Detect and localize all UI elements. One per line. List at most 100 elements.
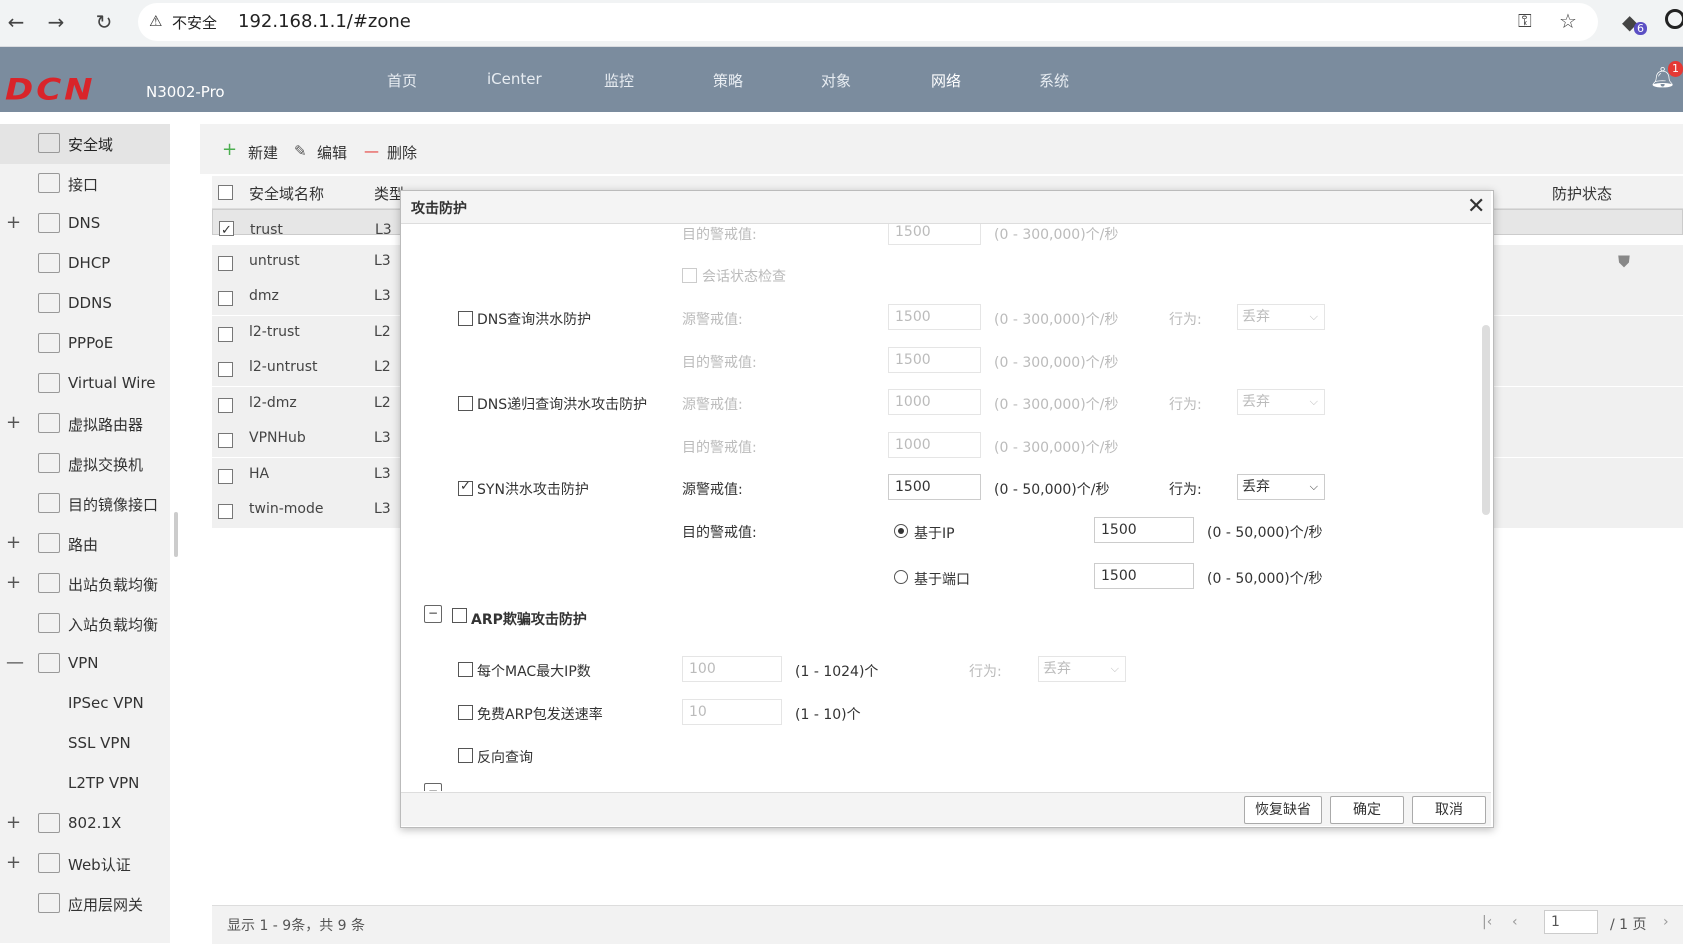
sidebar-item[interactable]: + 出站负载均衡 <box>0 564 170 604</box>
profile-icon[interactable] <box>1665 9 1683 29</box>
dst-threshold-input[interactable]: 1500 <box>888 224 981 245</box>
gratuitous-arp-input[interactable]: 10 <box>682 699 782 725</box>
row-checkbox[interactable] <box>219 219 234 243</box>
col-protection-status[interactable]: 防护状态 <box>1552 183 1612 204</box>
dns-recursive-flood-checkbox[interactable] <box>458 396 473 411</box>
expand-icon[interactable]: + <box>6 812 21 833</box>
next-page-icon[interactable]: › <box>1663 914 1669 930</box>
row-checkbox[interactable] <box>218 362 233 377</box>
syn-dst-port-input[interactable]: 1500 <box>1094 563 1194 589</box>
sidebar-item[interactable]: Virtual Wire <box>0 364 170 404</box>
expand-icon[interactable]: + <box>6 532 21 553</box>
sidebar-item[interactable]: + Web认证 <box>0 844 170 884</box>
row-checkbox[interactable] <box>218 255 233 271</box>
syn-action-select[interactable]: 丢弃 ⌵ <box>1237 474 1325 500</box>
sidebar-item[interactable]: 虚拟交换机 <box>0 444 170 484</box>
restore-default-button[interactable]: 恢复缺省 <box>1244 796 1322 824</box>
row-checkbox[interactable] <box>218 291 233 306</box>
range-hint: (0 - 50,000)个/秒 <box>1207 525 1323 541</box>
ok-button[interactable]: 确定 <box>1330 796 1404 824</box>
nav-network[interactable]: 网络 <box>931 70 961 91</box>
sidebar-item[interactable]: 应用层网关 <box>0 884 170 924</box>
sidebar-item[interactable]: +802.1X <box>0 804 170 844</box>
col-zone-name[interactable]: 安全域名称 <box>249 183 324 204</box>
sidebar-item[interactable]: 目的镜像接口 <box>0 484 170 524</box>
syn-dst-ip-input[interactable]: 1500 <box>1094 517 1194 543</box>
expand-icon[interactable]: + <box>6 572 21 593</box>
page-number-input[interactable]: 1 <box>1544 910 1598 934</box>
sidebar-item[interactable]: DHCP <box>0 244 170 284</box>
delete-button[interactable]: 删除 <box>387 142 417 163</box>
gratuitous-arp-checkbox[interactable] <box>458 705 473 720</box>
bookmark-star-icon[interactable]: ☆ <box>1559 9 1577 33</box>
sidebar-item[interactable]: IPSec VPN <box>0 684 170 724</box>
dns-recursive-src-input[interactable]: 1000 <box>888 389 981 415</box>
dst-threshold-label: 目的警戒值: <box>682 227 757 243</box>
dns-query-dst-input[interactable]: 1500 <box>888 347 981 373</box>
key-icon[interactable]: ⚿ <box>1518 11 1532 32</box>
row-checkbox[interactable] <box>218 326 233 342</box>
max-ip-per-mac-checkbox[interactable] <box>458 662 473 677</box>
warning-icon[interactable]: ⚠ <box>149 12 162 30</box>
nav-system[interactable]: 系统 <box>1039 70 1069 91</box>
sidebar-item[interactable]: SSL VPN <box>0 724 170 764</box>
row-checkbox[interactable] <box>218 397 233 413</box>
dns-recursive-action-select[interactable]: 丢弃 ⌵ <box>1237 389 1325 415</box>
edit-button[interactable]: 编辑 <box>317 142 347 163</box>
forward-icon[interactable]: → <box>42 8 70 36</box>
dialog-scrollbar[interactable] <box>1482 325 1490 515</box>
session-check-checkbox[interactable] <box>682 268 697 283</box>
syn-flood-checkbox[interactable] <box>458 479 473 496</box>
sidebar-item[interactable]: + 虚拟路由器 <box>0 404 170 444</box>
cancel-button[interactable]: 取消 <box>1412 796 1486 824</box>
nav-home[interactable]: 首页 <box>387 70 417 91</box>
select-all-checkbox[interactable] <box>218 185 233 200</box>
url-text[interactable]: 192.168.1.1/#zone <box>238 11 411 32</box>
reload-icon[interactable]: ↻ <box>90 8 118 36</box>
expand-icon[interactable]: + <box>6 852 21 873</box>
max-ip-action-select[interactable]: 丢弃 ⌵ <box>1038 656 1126 682</box>
nav-icenter[interactable]: iCenter <box>487 70 542 88</box>
back-icon[interactable]: ← <box>2 8 30 36</box>
sidebar-item[interactable]: + 路由 <box>0 524 170 564</box>
nav-object[interactable]: 对象 <box>821 70 851 91</box>
based-on-ip-radio[interactable] <box>894 524 908 538</box>
collapse-icon[interactable]: − <box>424 783 442 791</box>
row-checkbox[interactable] <box>218 504 233 519</box>
sidebar-item[interactable]: PPPoE <box>0 324 170 364</box>
row-checkbox[interactable] <box>218 433 233 448</box>
row-checkbox[interactable] <box>218 468 233 484</box>
new-button[interactable]: 新建 <box>248 142 278 163</box>
based-on-port-radio[interactable] <box>894 570 908 584</box>
delete-icon[interactable]: — <box>364 142 379 160</box>
dns-query-flood-checkbox[interactable] <box>458 311 473 326</box>
collapse-icon[interactable]: — <box>6 652 24 673</box>
collapse-icon[interactable]: − <box>424 605 442 623</box>
reverse-query-checkbox[interactable] <box>458 748 473 763</box>
security-status[interactable]: 不安全 <box>172 12 217 33</box>
expand-icon[interactable]: + <box>6 412 21 433</box>
syn-src-input[interactable]: 1500 <box>888 474 981 500</box>
dns-query-src-input[interactable]: 1500 <box>888 304 981 330</box>
sidebar-item[interactable]: 接口 <box>0 164 170 204</box>
nav-policy[interactable]: 策略 <box>713 70 743 91</box>
edit-icon[interactable]: ✎ <box>294 142 307 160</box>
max-ip-per-mac-input[interactable]: 100 <box>682 656 782 682</box>
first-page-icon[interactable]: |‹ <box>1482 914 1492 930</box>
dns-query-action-select[interactable]: 丢弃 ⌵ <box>1237 304 1325 330</box>
add-icon[interactable]: + <box>222 139 237 160</box>
sidebar-item[interactable]: L2TP VPN <box>0 764 170 804</box>
sidebar-item[interactable]: 安全域 <box>0 124 170 164</box>
sidebar-item[interactable]: DDNS <box>0 284 170 324</box>
arp-spoof-checkbox[interactable] <box>452 608 467 623</box>
close-icon[interactable]: ✕ <box>1467 194 1485 219</box>
dns-recursive-dst-input[interactable]: 1000 <box>888 432 981 458</box>
sidebar-item[interactable]: + DNS <box>0 204 170 244</box>
sidebar-scrollbar[interactable] <box>174 512 178 557</box>
sidebar-item[interactable]: — VPN <box>0 644 170 684</box>
sidebar-item[interactable]: 入站负载均衡 <box>0 604 170 644</box>
expand-icon[interactable]: + <box>6 212 21 233</box>
address-bar[interactable]: ⚠ 不安全 192.168.1.1/#zone ⚿ ☆ <box>138 3 1598 41</box>
nav-monitor[interactable]: 监控 <box>604 70 634 91</box>
prev-page-icon[interactable]: ‹ <box>1512 914 1518 930</box>
